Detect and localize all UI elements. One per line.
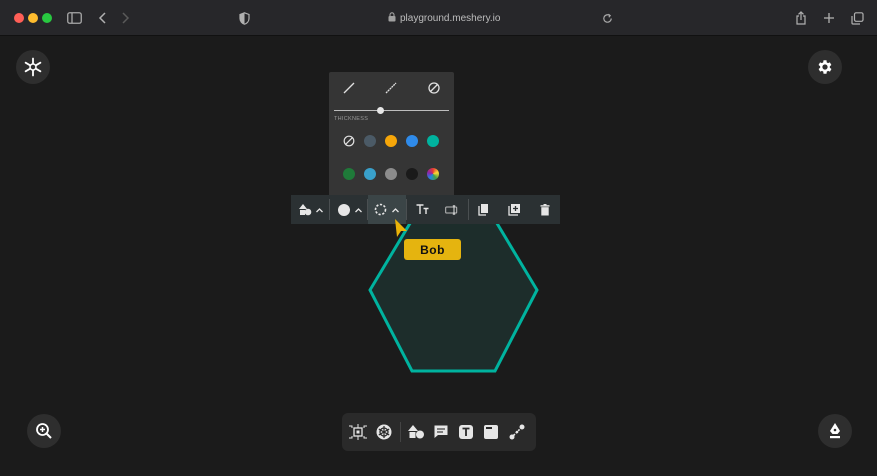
chevron-up-icon <box>316 207 323 212</box>
chevron-up-icon <box>392 207 399 212</box>
meshery-logo-button[interactable] <box>16 50 50 84</box>
fill-color-button[interactable] <box>333 195 367 224</box>
drawing-tool-button[interactable] <box>818 414 852 448</box>
node-toolbar <box>291 195 560 224</box>
color-swatch-orange[interactable] <box>385 135 397 147</box>
comment-icon <box>434 425 448 438</box>
gear-icon <box>818 60 832 74</box>
fill-color-icon <box>337 203 350 216</box>
snowflake-icon <box>24 57 42 77</box>
no-color-icon <box>343 135 355 147</box>
text-size-button[interactable] <box>411 195 433 224</box>
shape-menu-button[interactable] <box>295 195 327 224</box>
toolbar-divider <box>468 199 469 220</box>
lock-icon <box>388 11 396 25</box>
sidebar-toggle-icon[interactable] <box>66 11 82 25</box>
duplicate-button[interactable] <box>503 195 525 224</box>
kubernetes-button[interactable] <box>374 422 394 442</box>
address-bar[interactable]: playground.meshery.io <box>388 11 500 25</box>
color-swatch-black[interactable] <box>406 168 418 180</box>
color-swatch-sky[interactable] <box>364 168 376 180</box>
kubernetes-components-button[interactable] <box>348 422 368 442</box>
minimize-window-button[interactable] <box>28 13 38 23</box>
close-window-button[interactable] <box>14 13 24 23</box>
no-border-icon <box>428 82 440 94</box>
url-text: playground.meshery.io <box>400 12 501 24</box>
chevron-up-icon <box>354 207 362 212</box>
thickness-slider-track[interactable] <box>334 110 449 111</box>
new-tab-icon[interactable] <box>822 11 836 25</box>
color-swatch-teal[interactable] <box>427 135 439 147</box>
settings-button[interactable] <box>808 50 842 84</box>
solid-line-icon <box>343 82 355 94</box>
text-box-icon <box>459 425 473 439</box>
text-size-icon <box>416 204 428 214</box>
text-field-icon <box>445 204 458 215</box>
copy-button[interactable] <box>473 195 495 224</box>
color-none-swatch[interactable] <box>343 135 355 147</box>
color-swatch-gray[interactable] <box>385 168 397 180</box>
reload-icon[interactable] <box>600 11 614 25</box>
forward-icon[interactable] <box>118 11 132 25</box>
border-style-panel: THICKNESS <box>329 72 454 196</box>
tab-overview-icon[interactable] <box>850 11 864 25</box>
duplicate-icon <box>507 204 520 216</box>
dashed-line-option[interactable] <box>379 80 403 96</box>
dashed-line-icon <box>385 82 397 94</box>
kubernetes-helm-icon <box>376 424 392 440</box>
copy-icon <box>478 204 488 216</box>
browser-toolbar: playground.meshery.io <box>0 0 877 36</box>
dock-divider <box>400 422 401 442</box>
share-icon[interactable] <box>794 10 808 26</box>
zoom-in-icon <box>36 423 52 439</box>
comment-button[interactable] <box>431 422 451 442</box>
section-button[interactable] <box>481 422 501 442</box>
color-swatch-green[interactable] <box>343 168 355 180</box>
edge-connector-button[interactable] <box>507 422 527 442</box>
collaborator-cursor-icon <box>395 219 407 237</box>
back-icon[interactable] <box>96 11 110 25</box>
zoom-button[interactable] <box>27 414 61 448</box>
shapes-icon <box>408 425 424 439</box>
toolbar-divider <box>329 199 330 220</box>
solid-line-option[interactable] <box>337 80 361 96</box>
text-tool-button[interactable] <box>456 422 476 442</box>
shapes-icon <box>299 204 312 216</box>
dotted-circle-icon <box>374 203 387 216</box>
no-border-option[interactable] <box>422 80 446 96</box>
components-chip-icon <box>349 424 367 440</box>
maximize-window-button[interactable] <box>42 13 52 23</box>
text-label-button[interactable] <box>441 195 463 224</box>
color-picker-swatch[interactable] <box>427 168 439 180</box>
shapes-button[interactable] <box>406 422 426 442</box>
color-swatch-slate[interactable] <box>364 135 376 147</box>
collaborator-name-tag: Bob <box>404 239 461 260</box>
privacy-shield-icon[interactable] <box>237 11 251 25</box>
connector-icon <box>509 424 525 440</box>
color-swatch-blue[interactable] <box>406 135 418 147</box>
trash-icon <box>540 203 550 215</box>
thickness-label: THICKNESS <box>334 116 369 122</box>
delete-button[interactable] <box>534 195 556 224</box>
section-card-icon <box>484 425 498 439</box>
pen-nib-icon <box>830 423 840 439</box>
thickness-slider-handle[interactable] <box>377 107 384 114</box>
bottom-toolbar <box>342 413 536 451</box>
